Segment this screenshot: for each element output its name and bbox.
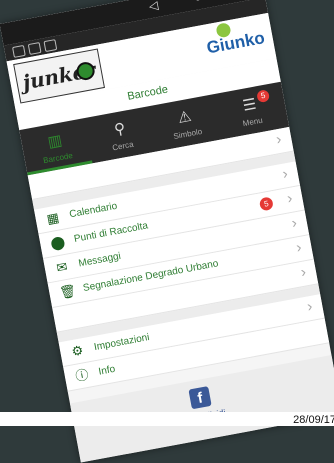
- chevron-right-icon: ›: [281, 165, 290, 183]
- back-icon[interactable]: ◁: [148, 0, 160, 13]
- menu-item-label: Impostazioni: [93, 332, 151, 354]
- trash-icon: 🗑: [58, 282, 78, 301]
- date-band: [0, 412, 334, 426]
- mail-icon: ✉: [55, 258, 69, 276]
- map-pin-icon: ⬤: [49, 233, 67, 252]
- menu-list: › ▦ Calendario › ⬤ Punti di Raccolta 5 ›…: [27, 126, 330, 392]
- calendar-icon: ▦: [45, 209, 61, 227]
- facebook-icon[interactable]: f: [188, 386, 212, 410]
- menu-item-label: Messaggi: [77, 250, 122, 270]
- chevron-right-icon: ›: [285, 189, 294, 208]
- chevron-right-icon: ›: [305, 297, 314, 316]
- giunko-logo: Giunko: [205, 28, 267, 58]
- menu-item-label: Calendario: [68, 200, 119, 221]
- phone-screen: ◁ ○ junker Giunko Barcode ▥ Barcode ⚲ Ce…: [0, 0, 334, 463]
- chevron-right-icon: ›: [294, 238, 303, 257]
- chevron-right-icon: ›: [299, 263, 308, 282]
- punti-badge: 5: [258, 196, 274, 212]
- info-icon: ⓘ: [74, 366, 90, 384]
- notification-icon: [12, 44, 26, 58]
- home-icon[interactable]: ○: [193, 0, 203, 5]
- date-stamp: 28/09/17: [293, 414, 334, 426]
- gear-icon: ⚙: [70, 342, 85, 360]
- chevron-right-icon: ›: [290, 214, 299, 232]
- email-notification-icon: [43, 39, 58, 53]
- chevron-right-icon: ›: [274, 130, 283, 149]
- sms-icon: [27, 41, 42, 55]
- menu-item-label: Info: [97, 363, 117, 378]
